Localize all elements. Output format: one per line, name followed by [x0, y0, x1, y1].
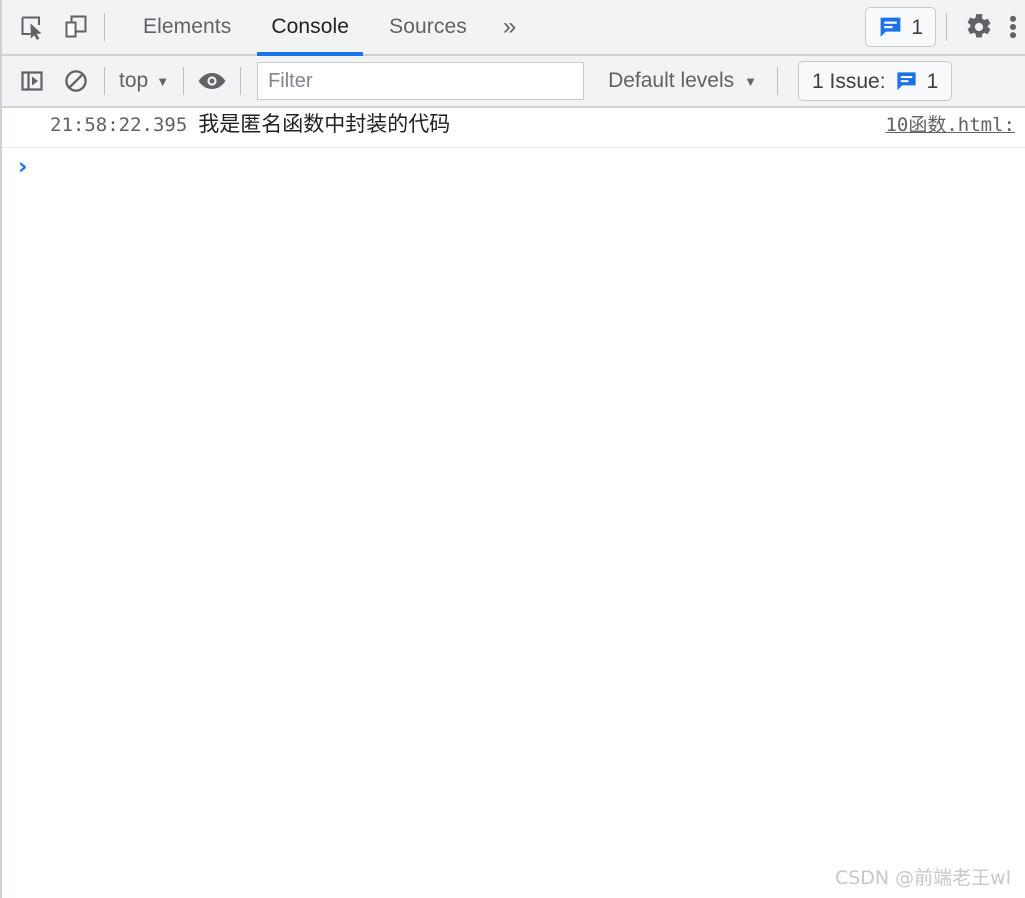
console-log-row[interactable]: 21:58:22.395 我是匿名函数中封装的代码 10函数.html:: [2, 108, 1025, 148]
console-prompt-row[interactable]: ›: [2, 148, 1025, 186]
message-bubble-icon: [896, 71, 916, 90]
toolbar-divider-1: [104, 13, 105, 41]
console-toolbar: top ▼ Default levels ▼ 1 Issue:: [2, 56, 1025, 108]
log-level-label: Default levels: [608, 69, 735, 92]
more-tabs-icon[interactable]: »: [487, 0, 532, 54]
execution-context-selector[interactable]: top ▼: [111, 63, 177, 99]
eye-glyph: [198, 73, 226, 89]
log-level-selector[interactable]: Default levels ▼: [602, 63, 763, 99]
tabbar-right-group: 1: [865, 0, 1025, 54]
tab-elements[interactable]: Elements: [123, 0, 251, 54]
clear-console-glyph: [65, 70, 87, 92]
message-bubble-icon: [880, 17, 901, 37]
device-toolbar-icon[interactable]: [54, 5, 98, 49]
issues-counter-label: 1 Issue:: [812, 69, 886, 93]
issues-badge-button[interactable]: 1: [865, 7, 936, 47]
gear-glyph: [967, 14, 991, 38]
console-prompt-input[interactable]: [37, 155, 1025, 179]
console-toolbar-divider-2: [183, 67, 185, 95]
execution-context-label: top: [119, 69, 149, 92]
inspect-tools-group: [2, 0, 111, 54]
gear-icon[interactable]: [957, 5, 1001, 49]
console-toolbar-divider-3: [240, 67, 242, 95]
prompt-chevron-icon: ›: [18, 153, 28, 180]
devtools-main-tabbar: Elements Console Sources » 1: [2, 0, 1025, 56]
tab-console[interactable]: Console: [251, 0, 369, 56]
issues-badge-count: 1: [911, 15, 923, 39]
clear-console-icon[interactable]: [54, 59, 98, 103]
console-sidebar-toggle-icon[interactable]: [10, 59, 54, 103]
live-expression-eye-icon[interactable]: [190, 59, 234, 103]
console-toolbar-divider-1: [104, 67, 105, 95]
inspect-element-glyph: [21, 16, 42, 40]
issues-counter-button[interactable]: 1 Issue: 1: [798, 61, 953, 101]
toolbar-divider-2: [946, 13, 947, 41]
device-toolbar-glyph: [65, 15, 87, 38]
issues-counter-count: 1: [926, 69, 939, 93]
console-sidebar-toggle-glyph: [21, 71, 43, 91]
console-toolbar-divider-4: [777, 67, 779, 95]
chevron-down-icon: ▼: [156, 73, 170, 89]
panel-tabs: Elements Console Sources »: [123, 0, 532, 56]
console-message-area: 21:58:22.395 我是匿名函数中封装的代码 10函数.html: › C…: [2, 108, 1025, 898]
tab-sources-label: Sources: [389, 15, 467, 38]
tab-sources[interactable]: Sources: [369, 0, 487, 54]
kebab-menu-icon[interactable]: [1001, 5, 1025, 49]
csdn-watermark: CSDN @前端老王wl: [834, 867, 1011, 889]
log-source-link[interactable]: 10函数.html:: [885, 110, 1015, 137]
kebab-menu-glyph: [1009, 15, 1017, 39]
tab-elements-label: Elements: [143, 15, 232, 38]
tab-console-label: Console: [271, 15, 350, 38]
filter-input[interactable]: [257, 62, 585, 100]
devtools-window: Elements Console Sources » 1 top ▼ Filte…: [0, 0, 1025, 898]
inspect-element-icon[interactable]: [10, 5, 54, 49]
chevron-down-icon: ▼: [744, 73, 758, 89]
log-message-text: 我是匿名函数中封装的代码: [198, 112, 451, 136]
log-timestamp: 21:58:22.395: [50, 114, 188, 136]
more-tabs-label: »: [502, 13, 517, 40]
